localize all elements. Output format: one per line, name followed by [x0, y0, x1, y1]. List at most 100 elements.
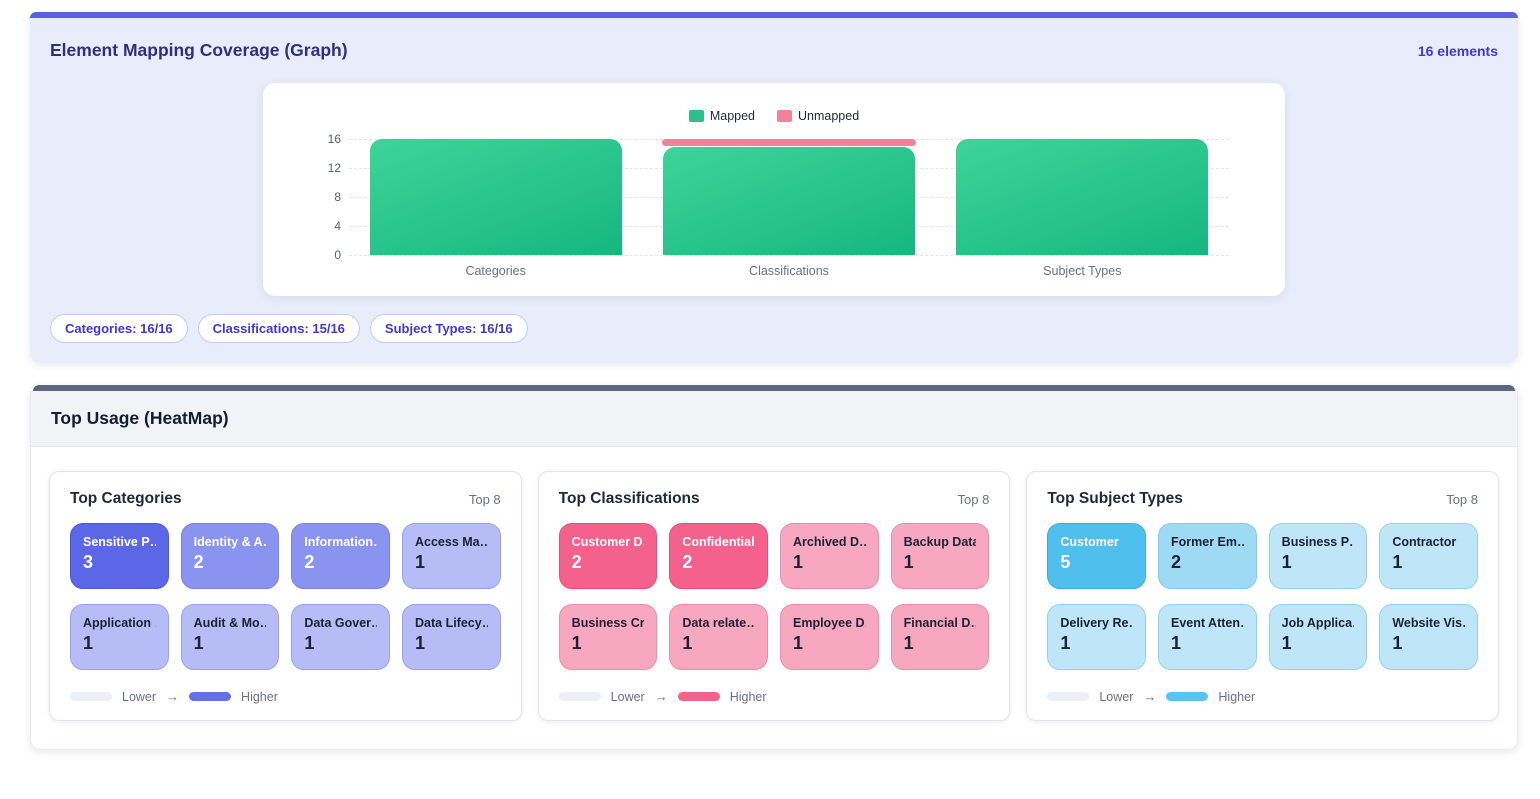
tile-label: Former Em…: [1171, 535, 1244, 549]
heatmap-tile[interactable]: Identity & A…2: [181, 523, 280, 589]
tile-value: 1: [304, 633, 377, 654]
heatmap-tile[interactable]: Contractor1: [1379, 523, 1478, 589]
tile-value: 1: [1392, 633, 1465, 654]
heatmap-panels: Top Categories Top 8 Sensitive P… 3 Ident…: [31, 447, 1517, 749]
heatmap-tile[interactable]: Application …1: [70, 604, 169, 670]
heatmap-tile[interactable]: Sensitive P… 3: [70, 523, 169, 589]
legend-label-mapped: Mapped: [710, 109, 755, 123]
panel-header: Top Classifications Top 8: [559, 490, 990, 508]
lower-label: Lower: [122, 690, 156, 704]
lower-label: Lower: [1099, 690, 1133, 704]
usage-title: Top Usage (HeatMap): [51, 408, 1497, 429]
coverage-body: Element Mapping Coverage (Graph) 16 elem…: [30, 18, 1518, 363]
higher-label: Higher: [241, 690, 278, 704]
bar-mapped[interactable]: [370, 139, 622, 255]
tile-value: 3: [83, 552, 156, 573]
tile-label: Customer: [1060, 535, 1133, 549]
heatmap-tile[interactable]: Financial D…1: [891, 604, 990, 670]
panel-header: Top Categories Top 8: [70, 490, 501, 508]
heatmap-tile[interactable]: Access Ma…1: [402, 523, 501, 589]
heatmap-tile[interactable]: Information…2: [291, 523, 390, 589]
arrow-right-icon: [655, 689, 668, 704]
panel-title: Top Categories: [70, 490, 182, 508]
tile-value: 1: [1282, 552, 1355, 573]
tile-label: Employee D…: [793, 616, 866, 630]
usage-body: Top Usage (HeatMap) Top Categories Top 8…: [30, 391, 1518, 750]
heatmap-scale-legend: Lower Higher: [70, 689, 501, 704]
tile-value: 2: [682, 552, 755, 573]
top-usage-section: Top Usage (HeatMap) Top Categories Top 8…: [30, 385, 1518, 750]
lower-label: Lower: [611, 690, 645, 704]
heatmap-grid: Sensitive P… 3 Identity & A…2 Information…: [70, 523, 501, 670]
tile-label: Archived D…: [793, 535, 866, 549]
heatmap-tile[interactable]: Customer D…2: [559, 523, 658, 589]
tile-value: 1: [572, 633, 645, 654]
heatmap-tile[interactable]: Audit & Mo… 1: [181, 604, 280, 670]
tile-label: Application …: [83, 616, 156, 630]
heatmap-tile[interactable]: Backup Data 1: [891, 523, 990, 589]
lower-scale-pill: [1047, 692, 1089, 701]
tile-label: Business Cr…: [572, 616, 645, 630]
heatmap-grid: Customer 5 Former Em… 2 Business P…1 Contr…: [1047, 523, 1478, 670]
tile-label: Confidential: [682, 535, 755, 549]
tile-label: Audit & Mo…: [194, 616, 267, 630]
tile-label: Job Applica…: [1282, 616, 1355, 630]
x-axis-labels: Categories Classifications Subject Types: [349, 264, 1229, 278]
tile-value: 1: [1171, 633, 1244, 654]
bar-unmapped[interactable]: [662, 139, 917, 146]
tile-value: 2: [572, 552, 645, 573]
legend-item-mapped[interactable]: Mapped: [689, 109, 755, 123]
gridline: 0: [349, 255, 1229, 256]
page: Element Mapping Coverage (Graph) 16 elem…: [0, 0, 1540, 799]
heatmap-tile[interactable]: Employee D…1: [780, 604, 879, 670]
tile-value: 1: [1060, 633, 1133, 654]
top-n-badge: Top 8: [1446, 492, 1478, 507]
panel-top-subject-types: Top Subject Types Top 8 Customer5 Former…: [1026, 471, 1499, 721]
arrow-right-icon: [166, 689, 179, 704]
bar-stack: [956, 139, 1208, 255]
legend-item-unmapped[interactable]: Unmapped: [777, 109, 859, 123]
heatmap-tile[interactable]: Archived D…1: [780, 523, 879, 589]
tile-value: 1: [904, 633, 977, 654]
tile-value: 1: [1392, 552, 1465, 573]
bar-group-subject-types: [936, 139, 1229, 255]
tile-label: Data Lifecy…: [415, 616, 488, 630]
bar-stack: [663, 139, 915, 255]
coverage-chart-card: Mapped Unmapped 16 12 8 4 0: [263, 83, 1285, 296]
coverage-title: Element Mapping Coverage (Graph): [50, 40, 348, 61]
heatmap-tile[interactable]: Data Gover…1: [291, 604, 390, 670]
x-axis-label: Categories: [349, 264, 642, 278]
tile-value: 5: [1060, 552, 1133, 573]
tile-label: Sensitive P…: [83, 535, 156, 549]
bar-stack: [370, 139, 622, 255]
heatmap-tile[interactable]: Customer 5: [1047, 523, 1146, 589]
higher-label: Higher: [730, 690, 767, 704]
heatmap-tile[interactable]: Business P…1: [1269, 523, 1368, 589]
tile-label: Access Ma…: [415, 535, 488, 549]
tile-label: Backup Data: [904, 535, 977, 549]
y-axis-tick: 16: [309, 132, 341, 146]
bar-mapped[interactable]: [663, 147, 915, 255]
tile-value: 2: [1171, 552, 1244, 573]
y-axis-tick: 12: [309, 161, 341, 175]
tile-value: 1: [904, 552, 977, 573]
heatmap-tile[interactable]: Former Em… 2: [1158, 523, 1257, 589]
panel-top-classifications: Top Classifications Top 8 Customer D…2 C…: [538, 471, 1011, 721]
heatmap-tile[interactable]: Delivery Re…1: [1047, 604, 1146, 670]
heatmap-tile[interactable]: Job Applica… 1: [1269, 604, 1368, 670]
x-axis-label: Subject Types: [936, 264, 1229, 278]
heatmap-tile[interactable]: Confidential 2: [669, 523, 768, 589]
top-n-badge: Top 8: [958, 492, 990, 507]
heatmap-tile[interactable]: Data Lifecy…1: [402, 604, 501, 670]
tile-value: 1: [194, 633, 267, 654]
heatmap-tile[interactable]: Website Vis… 1: [1379, 604, 1478, 670]
bar-mapped[interactable]: [956, 139, 1208, 255]
heatmap-tile[interactable]: Event Atten…1: [1158, 604, 1257, 670]
legend-label-unmapped: Unmapped: [798, 109, 859, 123]
heatmap-scale-legend: Lower Higher: [559, 689, 990, 704]
tile-value: 1: [1282, 633, 1355, 654]
heatmap-tile[interactable]: Data relate…1: [669, 604, 768, 670]
tile-label: Website Vis…: [1392, 616, 1465, 630]
lower-scale-pill: [559, 692, 601, 701]
heatmap-tile[interactable]: Business Cr… 1: [559, 604, 658, 670]
